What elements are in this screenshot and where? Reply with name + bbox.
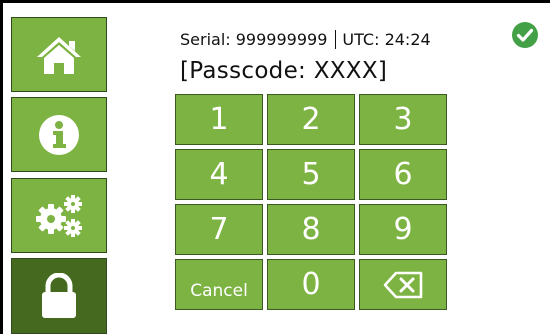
- info-button[interactable]: [11, 97, 107, 172]
- gears-icon: [36, 194, 82, 237]
- key-9[interactable]: 9: [359, 204, 447, 255]
- key-5[interactable]: 5: [267, 149, 355, 200]
- key-6[interactable]: 6: [359, 149, 447, 200]
- key-1[interactable]: 1: [175, 94, 263, 145]
- info-icon: [39, 114, 79, 155]
- passcode-display: [Passcode: XXXX]: [180, 58, 388, 84]
- cancel-button[interactable]: Cancel: [175, 259, 263, 310]
- serial-utc-line: Serial: 999999999 UTC: 24:24: [180, 30, 431, 49]
- lock-icon: [42, 273, 76, 318]
- utc-label: UTC: 24:24: [342, 30, 431, 49]
- check-circle-icon: [512, 22, 538, 48]
- key-3[interactable]: 3: [359, 94, 447, 145]
- key-8[interactable]: 8: [267, 204, 355, 255]
- key-2[interactable]: 2: [267, 94, 355, 145]
- settings-button[interactable]: [11, 178, 107, 253]
- key-0[interactable]: 0: [267, 259, 355, 310]
- divider: [335, 30, 337, 49]
- key-4[interactable]: 4: [175, 149, 263, 200]
- serial-label: Serial: 999999999: [180, 30, 328, 49]
- backspace-icon: [383, 271, 423, 298]
- home-icon: [37, 36, 81, 74]
- backspace-button[interactable]: [359, 259, 447, 310]
- lock-button[interactable]: [11, 258, 107, 334]
- home-button[interactable]: [11, 17, 107, 92]
- key-7[interactable]: 7: [175, 204, 263, 255]
